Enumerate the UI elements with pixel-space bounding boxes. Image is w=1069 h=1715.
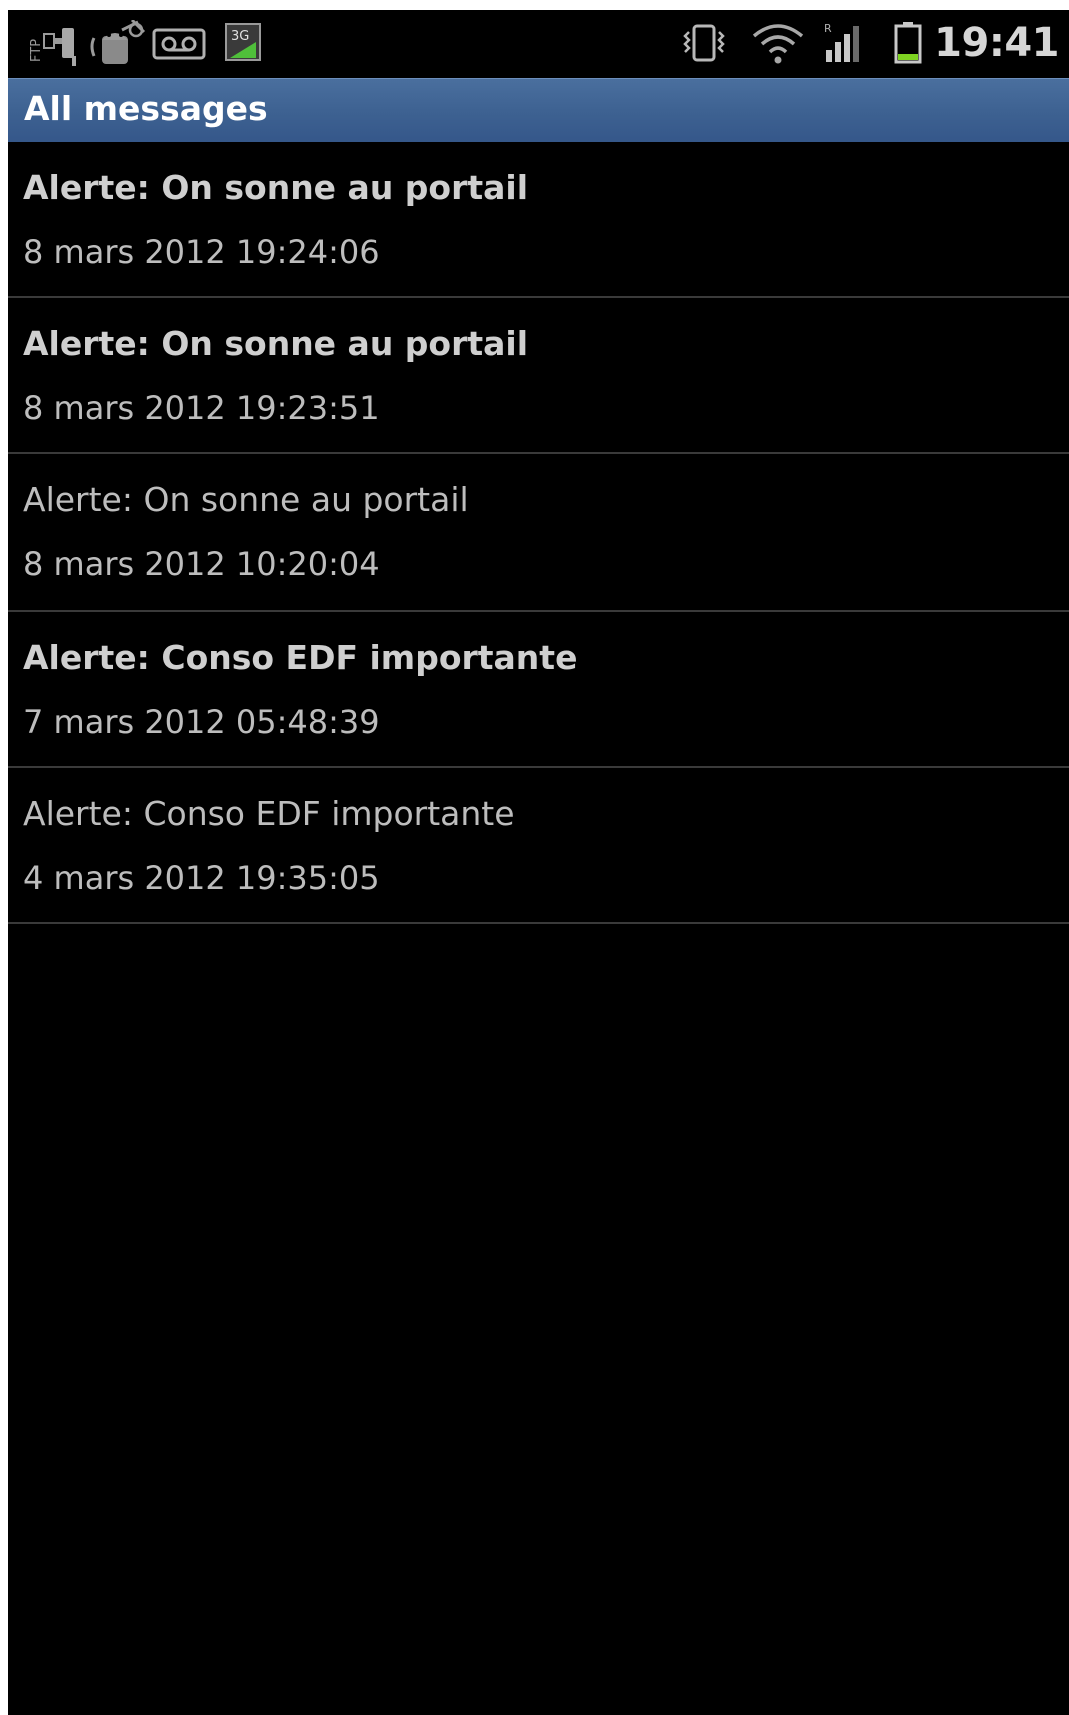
- message-date: 8 mars 2012 19:23:51: [23, 389, 380, 427]
- wifi-icon: [752, 24, 804, 64]
- message-title: Alerte: Conso EDF importante: [23, 638, 578, 677]
- message-item[interactable]: Alerte: Conso EDF importante 4 mars 2012…: [8, 768, 1069, 924]
- vibrate-icon: [683, 24, 725, 62]
- svg-text:R: R: [824, 22, 832, 35]
- message-date: 4 mars 2012 19:35:05: [23, 859, 380, 897]
- ftp-usb-icon: FTP: [29, 28, 76, 66]
- ftp-label: FTP: [29, 39, 44, 62]
- signal-icon: R: [824, 22, 859, 62]
- message-date: 8 mars 2012 19:24:06: [23, 233, 380, 271]
- message-item[interactable]: Alerte: On sonne au portail 8 mars 2012 …: [8, 298, 1069, 454]
- message-title: Alerte: On sonne au portail: [23, 324, 529, 363]
- message-date: 7 mars 2012 05:48:39: [23, 703, 380, 741]
- status-bar: FTP 3G R 19:41: [8, 10, 1069, 78]
- message-list: Alerte: On sonne au portail 8 mars 2012 …: [8, 142, 1069, 924]
- message-item[interactable]: Alerte: On sonne au portail 8 mars 2012 …: [8, 142, 1069, 298]
- phone-screen: FTP 3G R 19:41 All messages Alerte: On s…: [8, 10, 1069, 1715]
- 3g-data-icon: 3G: [225, 23, 261, 61]
- message-item[interactable]: Alerte: On sonne au portail 8 mars 2012 …: [8, 454, 1069, 612]
- message-title: Alerte: Conso EDF importante: [23, 794, 515, 833]
- message-date: 8 mars 2012 10:20:04: [23, 545, 380, 583]
- page-title: All messages: [24, 89, 268, 128]
- status-clock: 19:41: [934, 20, 1059, 66]
- usb-debug-icon: [90, 20, 146, 64]
- 3g-label: 3G: [231, 29, 249, 44]
- title-bar: All messages: [8, 78, 1069, 142]
- voicemail-icon: [152, 28, 206, 60]
- message-title: Alerte: On sonne au portail: [23, 480, 469, 519]
- battery-icon: [894, 22, 922, 64]
- message-item[interactable]: Alerte: Conso EDF importante 7 mars 2012…: [8, 612, 1069, 768]
- message-title: Alerte: On sonne au portail: [23, 168, 529, 207]
